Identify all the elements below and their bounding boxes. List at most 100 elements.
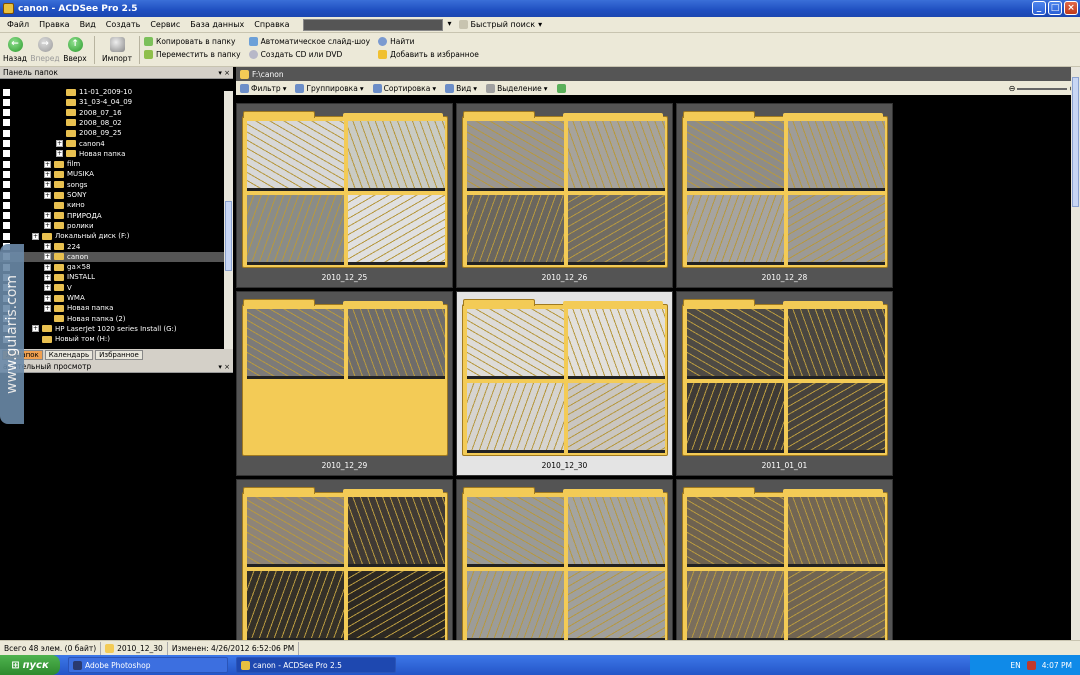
tree-item[interactable]: + SONY (0, 190, 224, 200)
tree-checkbox[interactable] (3, 119, 10, 127)
tree-checkbox[interactable] (3, 222, 10, 230)
tree-item[interactable]: +Новая папка (2) (0, 314, 224, 324)
minimize-button[interactable]: _ (1032, 1, 1046, 15)
expand-icon[interactable]: + (44, 263, 51, 271)
tree-checkbox[interactable] (3, 150, 10, 158)
expand-icon[interactable]: + (44, 212, 51, 220)
tab-favorites[interactable]: Избранное (95, 350, 143, 360)
tree-checkbox[interactable] (3, 109, 10, 117)
tree-item[interactable]: + ПРИРОДА (0, 211, 224, 221)
tray-icon[interactable] (1026, 660, 1036, 670)
select-button[interactable]: Выделение ▾ (486, 83, 548, 93)
expand-icon[interactable]: + (44, 181, 51, 189)
tree-checkbox[interactable] (3, 88, 10, 96)
tree-item[interactable]: +Новый том (H:) (0, 334, 224, 344)
tree-checkbox[interactable] (3, 201, 10, 209)
forward-button[interactable]: → Вперед (30, 33, 60, 63)
close-button[interactable]: × (1064, 1, 1078, 15)
task-acdsee[interactable]: canon - ACDSee Pro 2.5 (236, 657, 396, 673)
up-button[interactable]: ↑ Вверх (60, 33, 90, 63)
expand-icon[interactable]: + (44, 273, 51, 281)
expand-icon[interactable]: + (56, 140, 63, 147)
expand-icon[interactable]: + (44, 170, 51, 178)
sort-button[interactable]: Сортировка ▾ (372, 83, 436, 93)
find-button[interactable]: Найти (378, 36, 479, 47)
panel-close-icon[interactable]: ▾ × (218, 67, 230, 79)
expand-icon[interactable]: + (44, 222, 51, 230)
tree-checkbox[interactable] (3, 191, 10, 199)
copy-to-folder-button[interactable]: Копировать в папку (144, 36, 241, 47)
tree-scrollbar[interactable] (224, 91, 233, 349)
tab-calendar[interactable]: Календарь (44, 350, 94, 360)
filter-button[interactable]: Фильтр ▾ (240, 83, 286, 93)
tree-item[interactable]: + INSTALL (0, 272, 224, 282)
task-photoshop[interactable]: Adobe Photoshop (68, 657, 228, 673)
zoom-track[interactable] (1017, 87, 1068, 90)
create-cd-button[interactable]: Создать CD или DVD (248, 49, 370, 60)
tree-item[interactable]: + canon4 (0, 139, 224, 149)
folder-tile[interactable]: 2010_12_30 (456, 291, 673, 476)
tree-item[interactable]: +кино (0, 200, 224, 210)
menu-edit[interactable]: Правка (34, 17, 74, 33)
expand-icon[interactable]: + (32, 232, 39, 240)
tree-item[interactable]: + MUSIKA (0, 169, 224, 179)
clock[interactable]: 4:07 PM (1042, 661, 1072, 670)
folder-tile[interactable]: 2010_12_26 (456, 103, 673, 288)
tree-item[interactable]: + Локальный диск (F:) (0, 231, 224, 241)
tree-checkbox[interactable] (3, 160, 10, 168)
menu-file[interactable]: Файл (2, 17, 34, 33)
language-indicator[interactable]: EN (1010, 661, 1020, 670)
tree-checkbox[interactable] (3, 212, 10, 220)
start-button[interactable]: ⊞ пуск (0, 655, 60, 675)
menu-create[interactable]: Создать (101, 17, 146, 33)
tree-item[interactable]: + HP LaserJet 1020 series Install (G:) (0, 324, 224, 334)
folder-tile[interactable] (236, 479, 453, 664)
slideshow-button[interactable]: Автоматическое слайд-шоу (248, 36, 370, 47)
expand-icon[interactable]: + (44, 294, 51, 302)
tree-item[interactable]: + ga×58 (0, 262, 224, 272)
move-to-folder-button[interactable]: Переместить в папку (144, 49, 241, 60)
folder-tile[interactable]: 2010_12_25 (236, 103, 453, 288)
tree-item[interactable]: +2008_09_25 (0, 128, 224, 138)
search-combo[interactable] (302, 18, 452, 31)
expand-icon[interactable]: + (32, 325, 39, 333)
folder-tile[interactable]: 2011_01_01 (676, 291, 893, 476)
tree-item[interactable]: + film (0, 159, 224, 169)
tree-item[interactable]: +2008_08_02 (0, 118, 224, 128)
folder-tile[interactable]: 2010_12_28 (676, 103, 893, 288)
tree-item[interactable]: + canon (0, 251, 224, 262)
panel-close-icon[interactable]: ▾ × (218, 361, 230, 373)
view-button[interactable]: Вид ▾ (445, 83, 477, 93)
tree-item[interactable]: +224 (0, 242, 224, 252)
zoom-out-icon[interactable]: ⊖ (1009, 84, 1016, 93)
quick-search[interactable]: Быстрый поиск ▾ (458, 20, 542, 29)
checkmark-button[interactable] (556, 83, 566, 93)
import-button[interactable]: Импорт (99, 33, 135, 63)
expand-icon[interactable]: + (44, 243, 51, 250)
tree-scroll-thumb[interactable] (225, 201, 232, 271)
tree-item[interactable]: +2008_07_16 (0, 108, 224, 118)
expand-icon[interactable]: + (44, 304, 51, 312)
back-button[interactable]: ← Назад (0, 33, 30, 63)
tree-checkbox[interactable] (3, 232, 10, 240)
maximize-button[interactable]: □ (1048, 1, 1062, 15)
tree-item[interactable]: + V (0, 283, 224, 293)
expand-icon[interactable]: + (44, 253, 51, 261)
tree-checkbox[interactable] (3, 170, 10, 178)
tree-item[interactable]: + Новая папка (0, 303, 224, 313)
folder-tile[interactable] (456, 479, 673, 664)
tree-item[interactable]: + WMA (0, 293, 224, 303)
tree-item[interactable]: + Новая папка (0, 149, 224, 159)
expand-icon[interactable]: + (44, 284, 51, 292)
zoom-slider[interactable]: ⊖ ⊕ (1009, 84, 1076, 93)
tree-item[interactable]: +11-01_2009-10 (0, 87, 224, 97)
tree-item[interactable]: +31_03-4_04_09 (0, 97, 224, 107)
content-scroll-thumb[interactable] (1072, 77, 1079, 207)
expand-icon[interactable]: + (44, 191, 51, 199)
folder-tile[interactable]: 2010_12_29 (236, 291, 453, 476)
tree-checkbox[interactable] (3, 140, 10, 147)
group-button[interactable]: Группировка ▾ (295, 83, 364, 93)
menu-help[interactable]: Справка (249, 17, 294, 33)
tree-item[interactable]: + songs (0, 180, 224, 190)
menu-database[interactable]: База данных (185, 17, 249, 33)
